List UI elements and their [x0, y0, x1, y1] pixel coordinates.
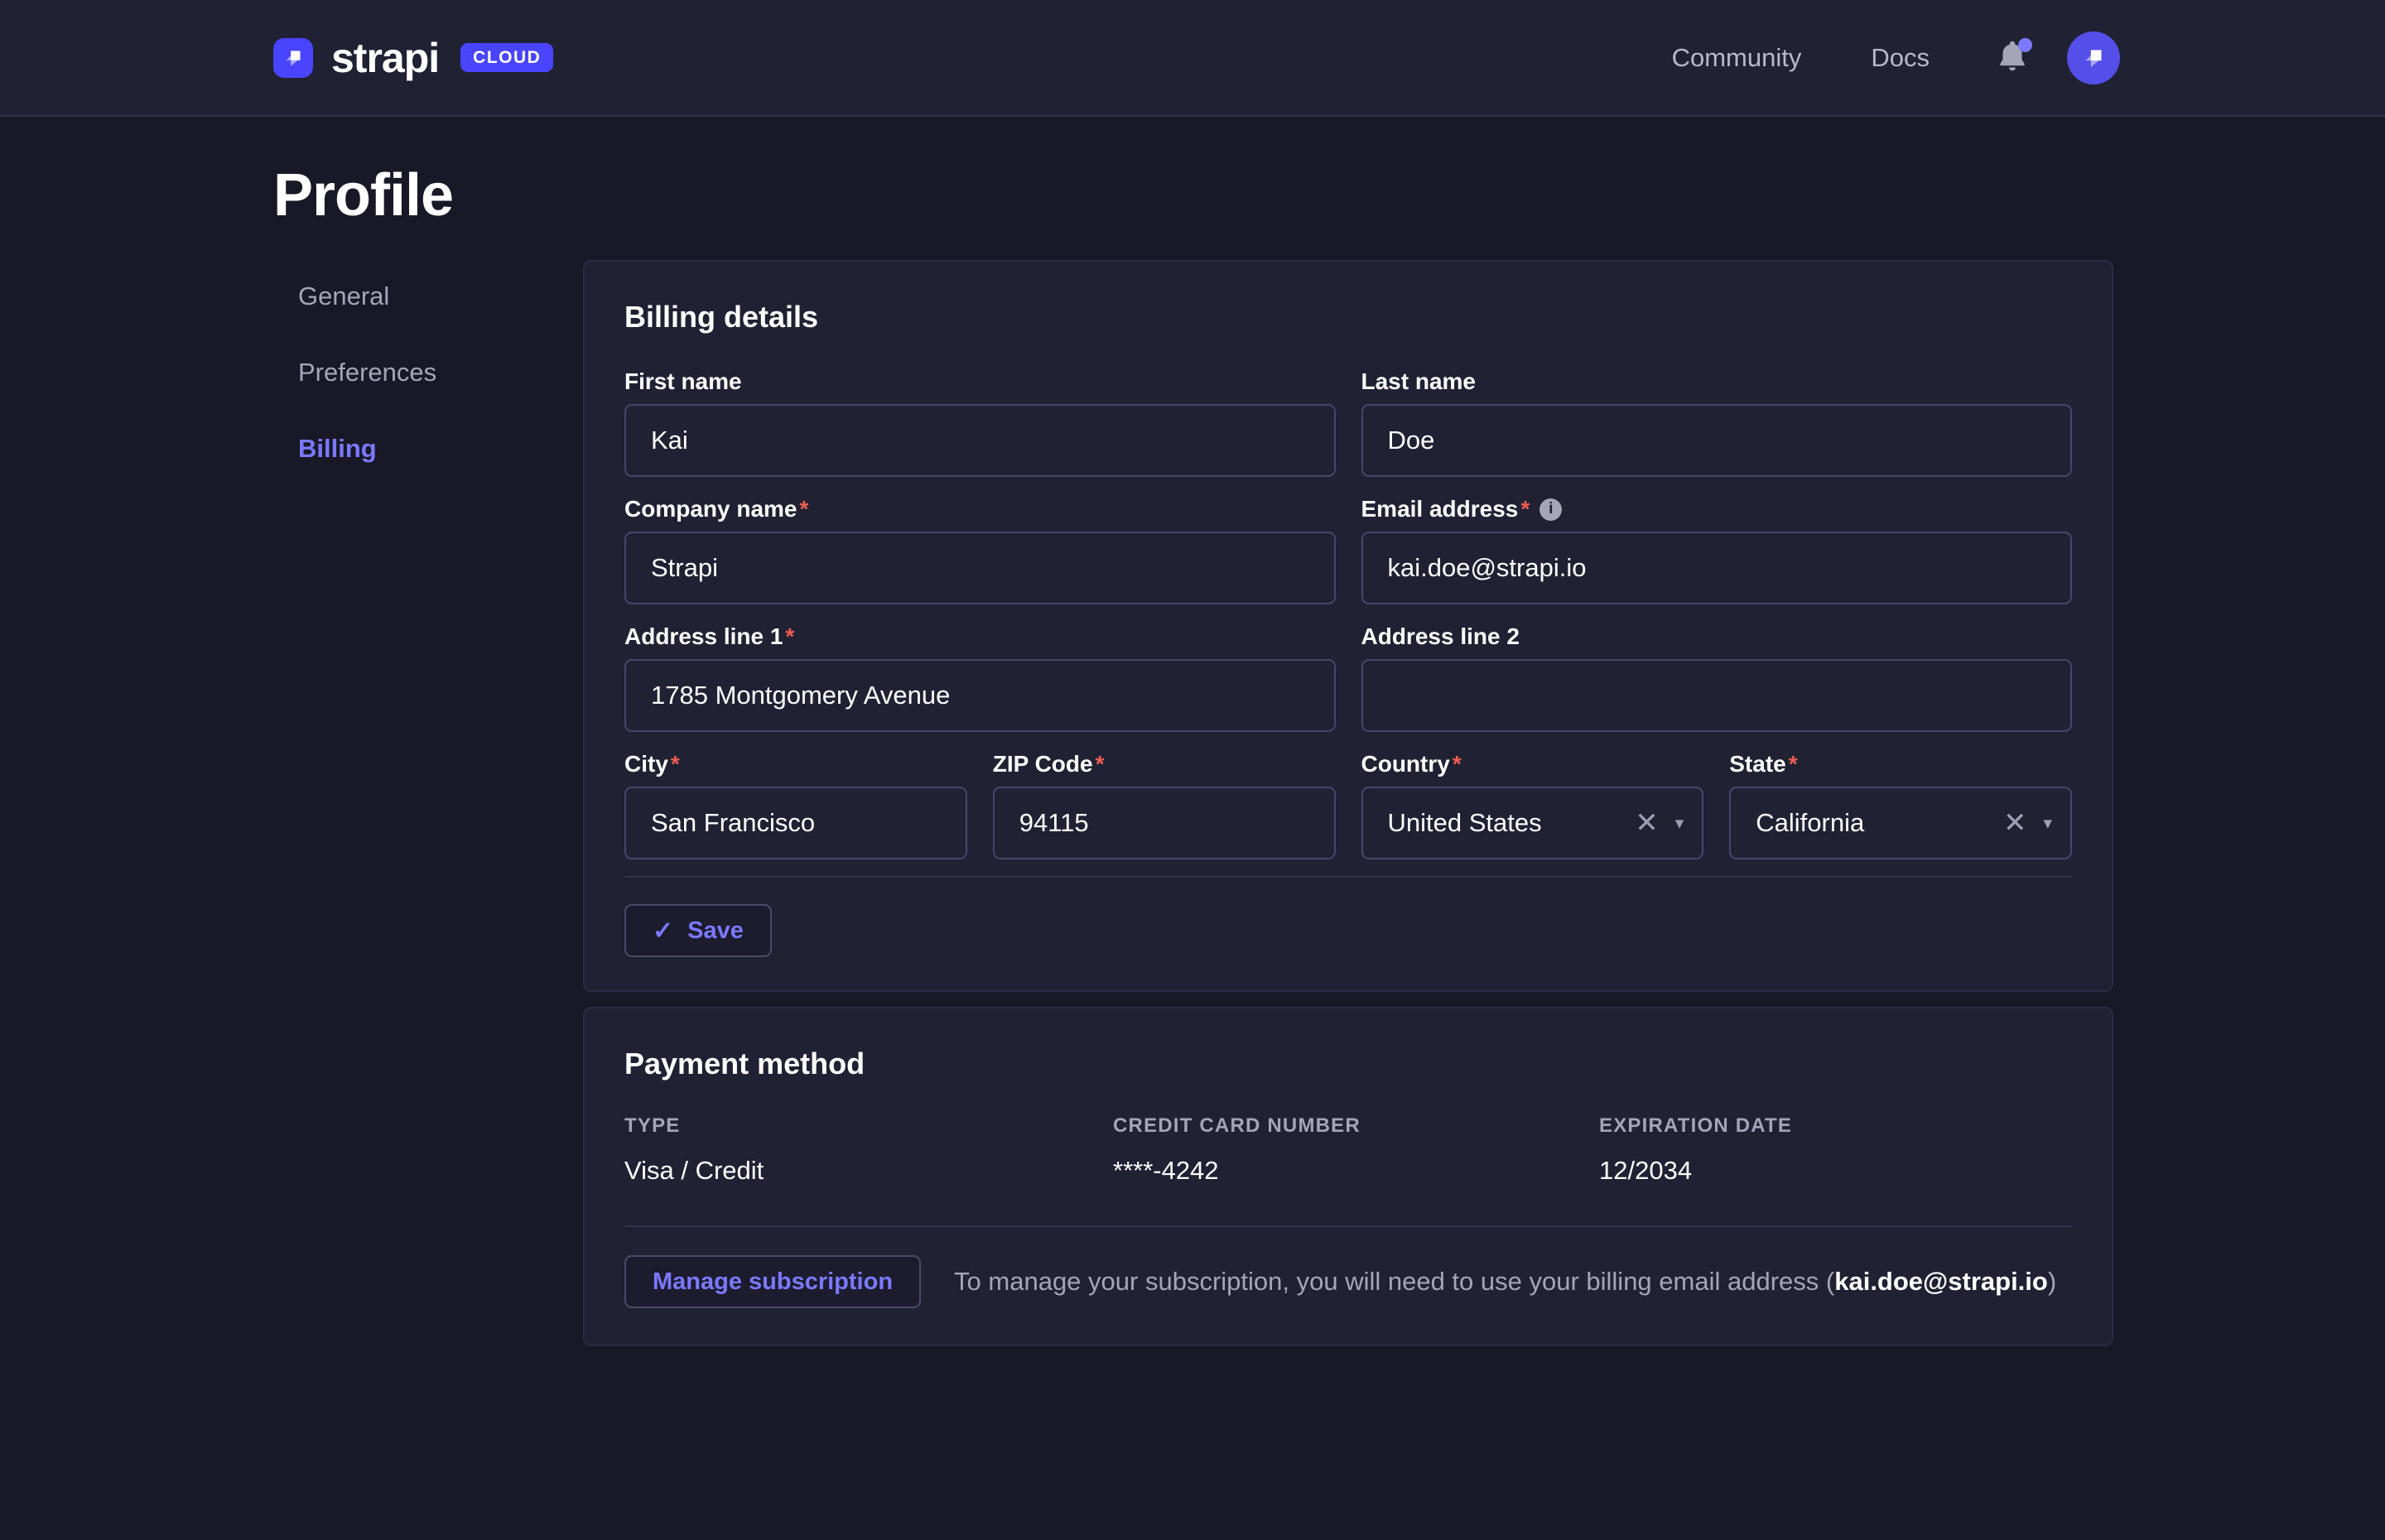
- billing-details-title: Billing details: [624, 300, 2072, 334]
- card-divider: [624, 1225, 2072, 1227]
- field-address-line-2: Address line 2: [1361, 623, 2073, 732]
- sidebar-item-preferences[interactable]: Preferences: [298, 359, 583, 387]
- billing-details-card: Billing details First name Last name: [583, 260, 2113, 992]
- field-last-name: Last name: [1361, 368, 2073, 477]
- nav-link-community[interactable]: Community: [1672, 43, 1802, 73]
- field-country: Country* United States ✕ ▾: [1361, 750, 1704, 859]
- field-address-line-1: Address line 1*: [624, 623, 1336, 732]
- page-title: Profile: [273, 161, 2113, 229]
- last-name-input[interactable]: [1361, 404, 2073, 477]
- subscription-note: To manage your subscription, you will ne…: [954, 1267, 2056, 1297]
- sidebar-item-billing[interactable]: Billing: [298, 435, 583, 463]
- billing-email: kai.doe@strapi.io: [1834, 1267, 2048, 1296]
- field-email-address: Email address* i: [1361, 495, 2073, 604]
- main-column: Billing details First name Last name: [583, 229, 2113, 1346]
- strapi-glyph: [279, 44, 307, 72]
- state-select-value: California: [1756, 808, 1864, 838]
- expiration-date-header: EXPIRATION DATE: [1599, 1114, 2072, 1138]
- navbar-links: Community Docs: [1602, 31, 2120, 84]
- chevron-down-icon[interactable]: ▾: [1675, 813, 1684, 834]
- city-label: City*: [624, 750, 967, 778]
- expiration-date-value: 12/2034: [1599, 1156, 2072, 1186]
- field-company-name: Company name*: [624, 495, 1336, 604]
- last-name-label: Last name: [1361, 368, 2073, 396]
- notifications-button[interactable]: [1994, 38, 2031, 78]
- avatar-strapi-glyph: [2078, 42, 2109, 74]
- address-line-2-label: Address line 2: [1361, 623, 2073, 651]
- cloud-badge: CLOUD: [460, 43, 553, 72]
- city-input[interactable]: [624, 787, 967, 859]
- required-marker: *: [671, 751, 680, 777]
- zip-code-label: ZIP Code*: [993, 750, 1336, 778]
- payment-type-value: Visa / Credit: [624, 1156, 1113, 1186]
- strapi-logo-icon[interactable]: [273, 38, 313, 78]
- payment-info-table: TYPE CREDIT CARD NUMBER EXPIRATION DATE …: [624, 1114, 2072, 1186]
- required-marker: *: [1096, 751, 1105, 777]
- company-name-label: Company name*: [624, 495, 1336, 523]
- required-marker: *: [800, 496, 809, 522]
- chevron-down-icon[interactable]: ▾: [2043, 813, 2052, 834]
- first-name-input[interactable]: [624, 404, 1336, 477]
- field-zip-code: ZIP Code*: [993, 750, 1336, 859]
- manage-subscription-button[interactable]: Manage subscription: [624, 1255, 921, 1308]
- info-icon[interactable]: i: [1539, 498, 1562, 521]
- payment-type-header: TYPE: [624, 1114, 1113, 1138]
- profile-side-nav: General Preferences Billing: [273, 229, 583, 511]
- save-button[interactable]: ✓ Save: [624, 904, 772, 957]
- clear-icon[interactable]: ✕: [1635, 809, 1659, 837]
- brand-group: strapi CLOUD: [273, 34, 553, 82]
- user-avatar[interactable]: [2067, 31, 2120, 84]
- sidebar-item-general[interactable]: General: [298, 282, 583, 310]
- notification-dot: [2018, 38, 2032, 52]
- required-marker: *: [1520, 496, 1530, 522]
- address-line-1-label: Address line 1*: [624, 623, 1336, 651]
- brand-wordmark: strapi: [331, 34, 439, 82]
- zip-code-input[interactable]: [993, 787, 1336, 859]
- required-marker: *: [1789, 751, 1798, 777]
- required-marker: *: [785, 623, 794, 650]
- field-city: City*: [624, 750, 967, 859]
- email-address-label: Email address* i: [1361, 495, 2073, 523]
- payment-method-card: Payment method TYPE CREDIT CARD NUMBER E…: [583, 1007, 2113, 1346]
- clear-icon[interactable]: ✕: [2003, 809, 2027, 837]
- state-label: State*: [1729, 750, 2072, 778]
- field-first-name: First name: [624, 368, 1336, 477]
- company-name-input[interactable]: [624, 532, 1336, 604]
- address-line-1-input[interactable]: [624, 659, 1336, 732]
- credit-card-number-value: ****-4242: [1113, 1156, 1599, 1186]
- country-select[interactable]: United States ✕ ▾: [1361, 787, 1704, 859]
- card-divider: [624, 876, 2072, 878]
- email-address-input[interactable]: [1361, 532, 2073, 604]
- address-line-2-input[interactable]: [1361, 659, 2073, 732]
- country-label: Country*: [1361, 750, 1704, 778]
- field-state: State* California ✕ ▾: [1729, 750, 2072, 859]
- first-name-label: First name: [624, 368, 1336, 396]
- navbar: strapi CLOUD Community Docs: [0, 0, 2385, 117]
- required-marker: *: [1453, 751, 1462, 777]
- credit-card-number-header: CREDIT CARD NUMBER: [1113, 1114, 1599, 1138]
- state-select[interactable]: California ✕ ▾: [1729, 787, 2072, 859]
- nav-link-docs[interactable]: Docs: [1871, 43, 1930, 73]
- page-content: Profile General Preferences Billing Bill…: [0, 117, 2385, 1346]
- payment-method-title: Payment method: [624, 1047, 2072, 1081]
- check-icon: ✓: [653, 917, 673, 946]
- country-select-value: United States: [1388, 808, 1542, 838]
